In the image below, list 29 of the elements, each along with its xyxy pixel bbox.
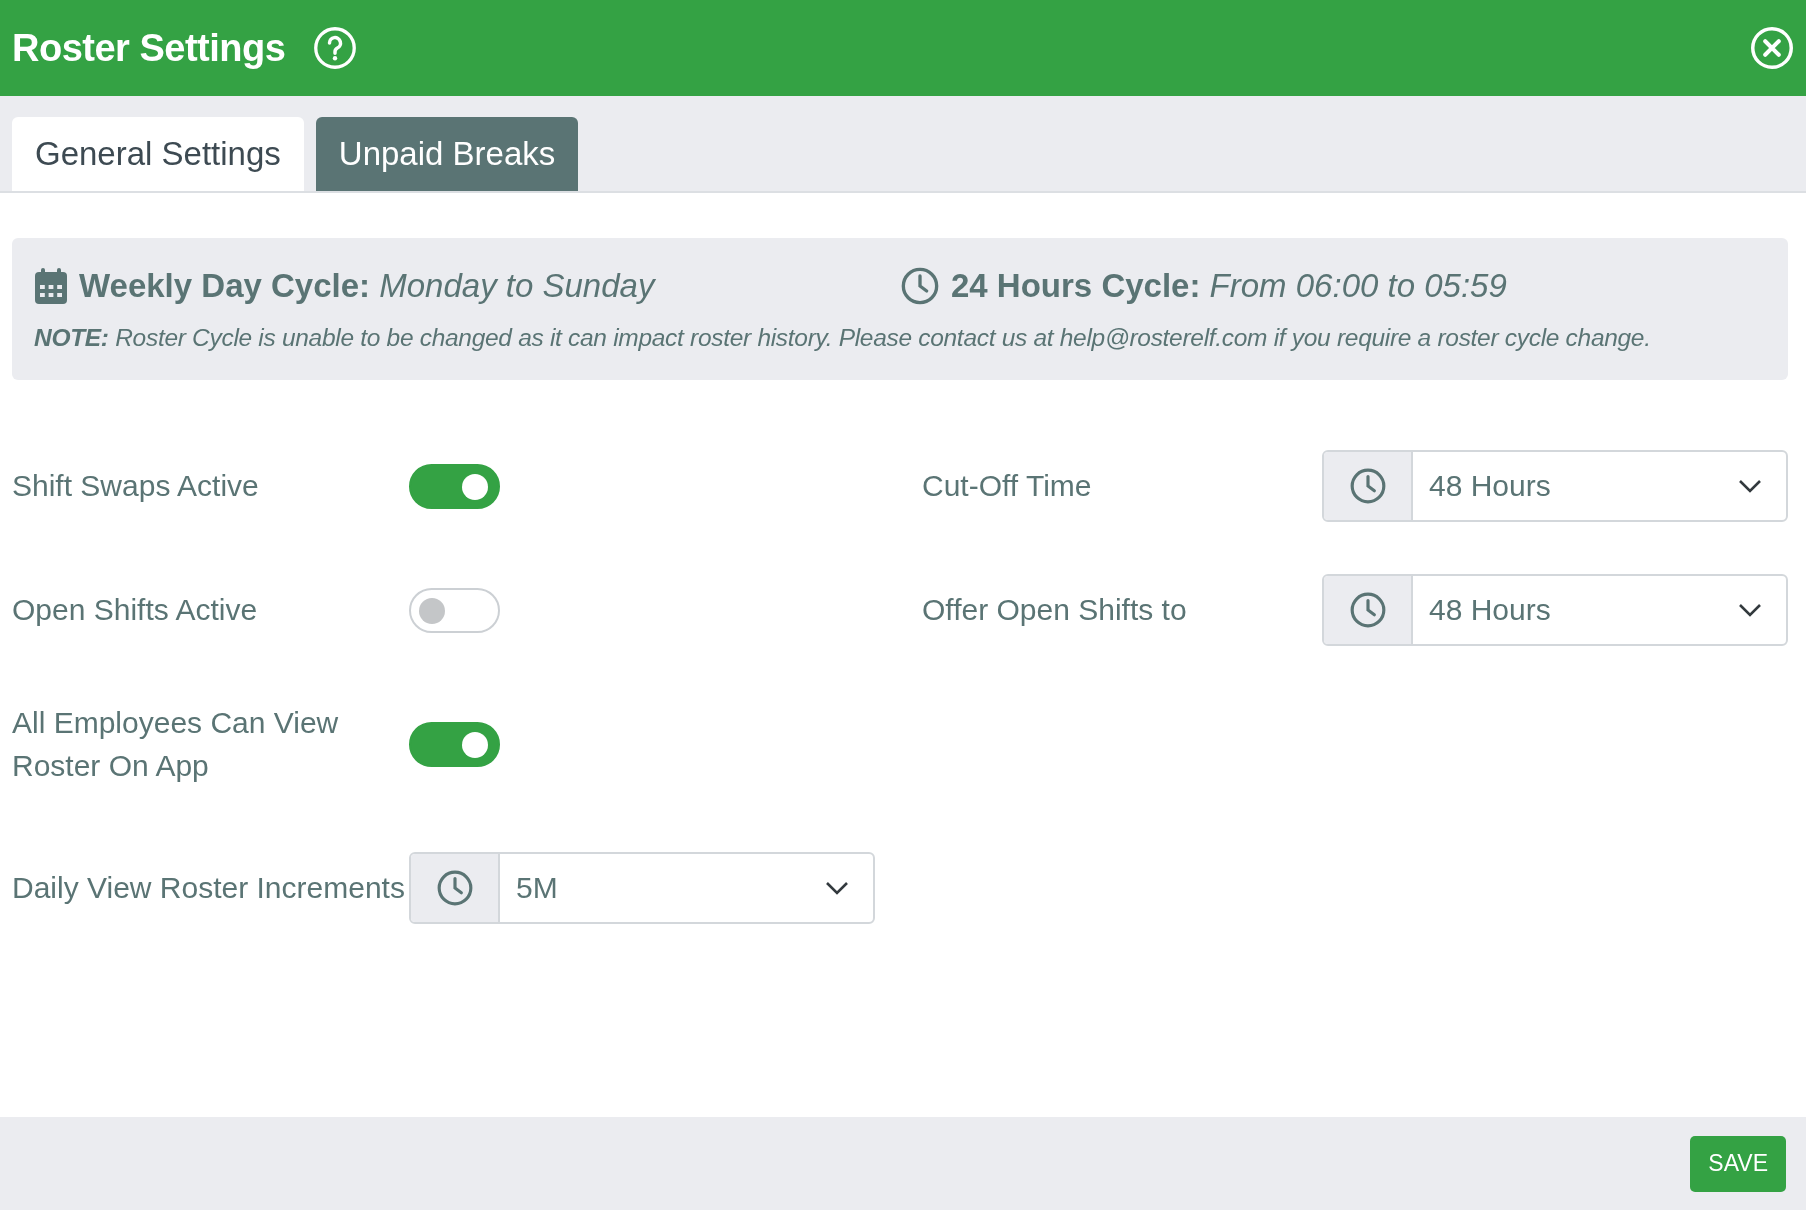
chevron-down-icon (825, 881, 849, 895)
setting-label: Cut-Off Time (922, 468, 1092, 505)
calendar-icon (34, 267, 68, 305)
clock-icon (435, 869, 474, 907)
dialog-title: Roster Settings (12, 26, 286, 70)
tab[interactable]: General Settings (12, 117, 304, 191)
setting-label: Shift Swaps Active (12, 468, 259, 505)
cycle-info: Weekly Day Cycle: Monday to Sunday (79, 267, 655, 305)
select-field[interactable]: 48 Hours (1322, 574, 1788, 646)
setting-label: All Employees Can View Roster On App (12, 704, 340, 784)
toggle-switch[interactable] (409, 721, 500, 767)
chevron-down-icon (1738, 479, 1762, 493)
clock-icon (1348, 591, 1387, 629)
toggle-switch[interactable] (409, 463, 500, 509)
help-icon[interactable] (313, 26, 358, 70)
save-button[interactable]: SAVE (1690, 1135, 1786, 1192)
note-text: NOTE: Roster Cycle is unable to be changed as it can impact roster history. Please contact us at help@rosterelf.com if you require a roster cycle change. (34, 324, 1652, 352)
toggle-switch[interactable] (409, 587, 500, 633)
setting-label: Open Shifts Active (12, 592, 258, 629)
clock-icon (900, 266, 940, 306)
tab[interactable]: Unpaid Breaks (315, 117, 579, 191)
select-field[interactable]: 48 Hours (1322, 450, 1788, 522)
chevron-down-icon (1738, 603, 1762, 617)
cycle-info: 24 Hours Cycle: From 06:00 to 05:59 (951, 267, 1507, 305)
close-icon[interactable] (1750, 26, 1794, 70)
clock-icon (1348, 467, 1387, 505)
select-field[interactable]: 5M (409, 852, 875, 924)
setting-label: Daily View Roster Increments (12, 870, 405, 907)
setting-label: Offer Open Shifts to (922, 592, 1187, 629)
